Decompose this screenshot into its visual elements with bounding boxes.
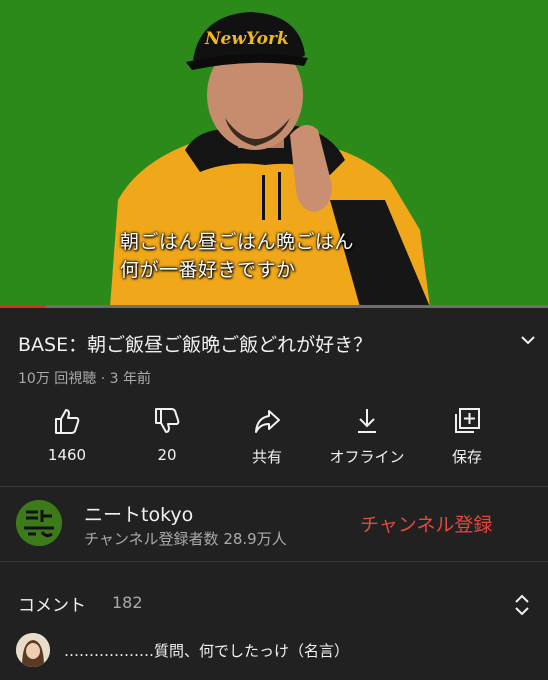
user-avatar-icon	[16, 633, 50, 667]
subscribe-button[interactable]: チャンネル登録	[360, 510, 492, 537]
comments-count: 182	[112, 593, 143, 612]
subtitle-line-1: 朝ごはん昼ごはん晩ごはん	[120, 231, 355, 253]
view-count: 10万 回視聴 · 3 年前	[18, 371, 151, 387]
share-label: 共有	[251, 448, 282, 466]
comments-section[interactable]: コメント 182 ………………質問、何でしたっけ（名言）	[0, 563, 548, 680]
video-info-panel: BASE：朝ご飯昼ご飯晩ご飯どれが好き？ 10万 回視聴 · 3 年前 1460…	[0, 308, 548, 480]
channel-avatar[interactable]	[16, 500, 62, 546]
dislike-count: 20	[157, 446, 177, 464]
share-icon	[255, 410, 280, 433]
divider	[0, 561, 548, 562]
divider	[0, 486, 548, 487]
channel-name[interactable]: ニートtokyo	[84, 500, 193, 527]
like-button[interactable]: 1460	[22, 406, 112, 464]
subtitle-line-2: 何が一番好きですか	[120, 259, 296, 281]
svg-text:NewYork: NewYork	[204, 29, 289, 49]
expand-collapse-icon[interactable]	[512, 593, 532, 617]
thumbs-up-icon	[55, 409, 80, 434]
download-icon	[358, 409, 376, 433]
top-comment-text: ………………質問、何でしたっけ（名言）	[64, 642, 350, 660]
add-to-playlist-icon	[455, 408, 480, 433]
channel-row: ニートtokyo チャンネル登録者数 28.9万人 チャンネル登録	[0, 488, 548, 560]
subscriber-count: チャンネル登録者数 28.9万人	[84, 530, 287, 548]
video-title[interactable]: BASE：朝ご飯昼ご飯晩ご飯どれが好き？	[18, 330, 372, 357]
share-button[interactable]: 共有	[222, 406, 312, 467]
thumbs-down-icon	[155, 408, 180, 433]
offline-download-button[interactable]: オフライン	[322, 406, 412, 467]
commenter-avatar[interactable]	[16, 633, 50, 667]
dislike-button[interactable]: 20	[122, 406, 212, 464]
like-count: 1460	[47, 446, 87, 464]
chevron-down-icon[interactable]	[518, 332, 538, 348]
video-subtitle: 朝ごはん昼ごはん晩ごはん 何が一番好きですか	[120, 228, 354, 284]
offline-label: オフライン	[329, 448, 405, 466]
channel-logo-icon	[16, 500, 62, 546]
save-label: 保存	[451, 448, 482, 466]
save-button[interactable]: 保存	[422, 406, 512, 467]
comments-label: コメント	[18, 596, 86, 616]
video-player[interactable]: NewYork 朝ごはん昼ごはん晩ごはん 何が一番好きですか	[0, 0, 548, 307]
